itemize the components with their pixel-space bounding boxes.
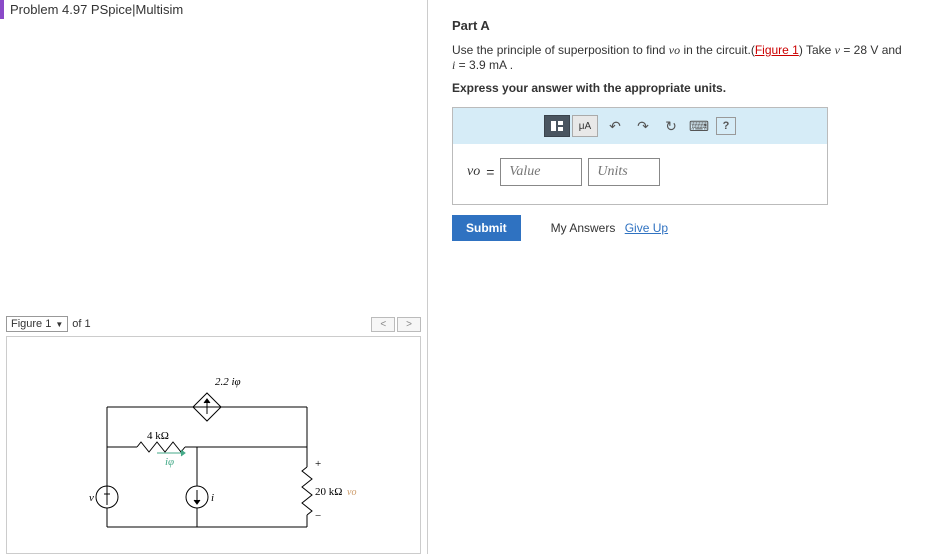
reset-icon[interactable]: ↻ (660, 115, 682, 137)
and-text: and (878, 43, 901, 57)
figure-canvas: 2.2 iφ 4 kΩ iφ v i 20 kΩ vo + − (6, 336, 421, 554)
vo-symbol: vo (669, 43, 680, 57)
vo-node-label: vo (347, 487, 356, 498)
period: . (506, 58, 513, 72)
my-answers-label: My Answers Give Up (551, 221, 668, 235)
chevron-down-icon: ▼ (55, 320, 63, 329)
minus-label: − (315, 510, 321, 522)
figure-select[interactable]: Figure 1 ▼ (6, 316, 68, 332)
i-eq-text: = 3.9 (455, 58, 489, 72)
prompt-text-2: in the circuit.( (680, 43, 755, 57)
equals-sign: = (486, 164, 494, 180)
undo-icon[interactable]: ↶ (604, 115, 626, 137)
figure-link[interactable]: Figure 1 (755, 43, 799, 57)
plus-label: + (315, 458, 321, 470)
template-button-1[interactable] (544, 115, 570, 137)
value-input[interactable] (500, 158, 582, 186)
redo-icon[interactable]: ↷ (632, 115, 654, 137)
dep-source-label: 2.2 iφ (215, 376, 241, 388)
v-eq-text: = 28 (840, 43, 870, 57)
r2-label: 20 kΩ (315, 486, 342, 498)
help-button[interactable]: ? (716, 117, 736, 135)
figure-nav-bar: Figure 1 ▼ of 1 < > (6, 316, 421, 332)
mu-a-button[interactable]: μA (572, 115, 598, 137)
keyboard-icon[interactable]: ⌨ (688, 115, 710, 137)
submit-button[interactable]: Submit (452, 215, 521, 241)
iphi-label: iφ (165, 456, 174, 468)
answer-label: vo (467, 164, 480, 180)
prompt-text: Use the principle of superposition to fi… (452, 43, 669, 57)
prompt-text-3: ) Take (799, 43, 835, 57)
figure-prev-button[interactable]: < (371, 317, 395, 332)
instruction-text: Express your answer with the appropriate… (452, 81, 905, 95)
v-source-label: v (89, 492, 94, 504)
problem-title: Problem 4.97 PSpice|Multisim (0, 0, 427, 19)
i-unit: mA (489, 58, 506, 72)
r1-label: 4 kΩ (147, 430, 169, 442)
figure-select-label: Figure 1 (11, 318, 51, 330)
my-answers-text: My Answers (551, 221, 616, 235)
give-up-link[interactable]: Give Up (625, 221, 668, 235)
part-title: Part A (452, 18, 905, 33)
i-source-label: i (211, 492, 214, 504)
formula-toolbar: μA ↶ ↷ ↻ ⌨ ? (453, 108, 827, 144)
units-input[interactable] (588, 158, 660, 186)
answer-box: μA ↶ ↷ ↻ ⌨ ? vo = (452, 107, 828, 205)
problem-prompt: Use the principle of superposition to fi… (452, 43, 905, 73)
figure-next-button[interactable]: > (397, 317, 421, 332)
figure-count: of 1 (72, 318, 90, 330)
circuit-diagram: 2.2 iφ 4 kΩ iφ v i 20 kΩ vo + − (57, 367, 377, 547)
